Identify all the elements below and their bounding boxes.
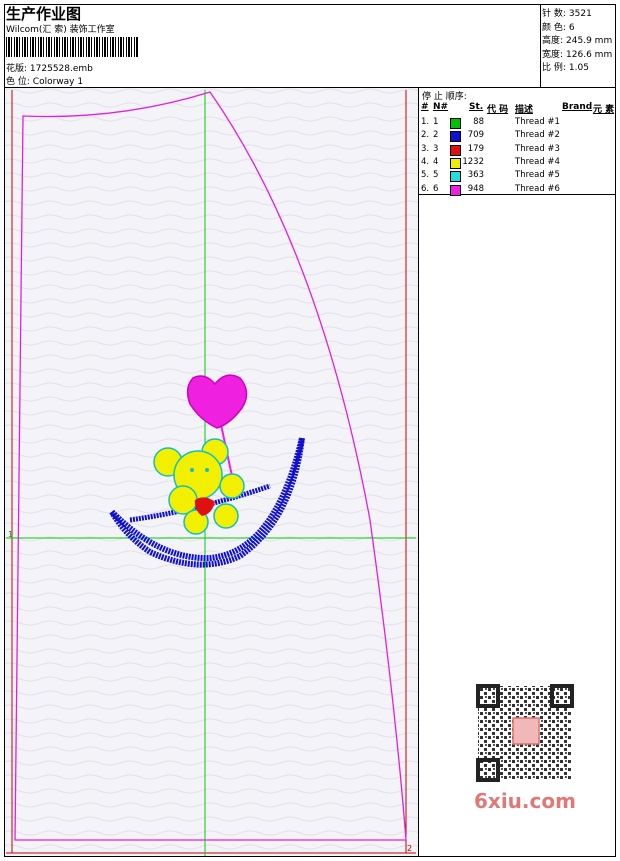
- design-svg: 1 2 6xiu.com: [5, 88, 578, 856]
- bear-foot-right: [213, 503, 239, 529]
- marker-2: 2: [407, 844, 412, 853]
- bear-eye-right: [205, 468, 209, 472]
- bear-eye-left: [190, 468, 194, 472]
- bear-arm-right: [219, 473, 245, 499]
- marker-1: 1: [8, 530, 13, 539]
- watermark-text: 6xiu.com: [474, 789, 576, 813]
- qr-code: [472, 680, 578, 786]
- stamp-seal: [512, 717, 540, 745]
